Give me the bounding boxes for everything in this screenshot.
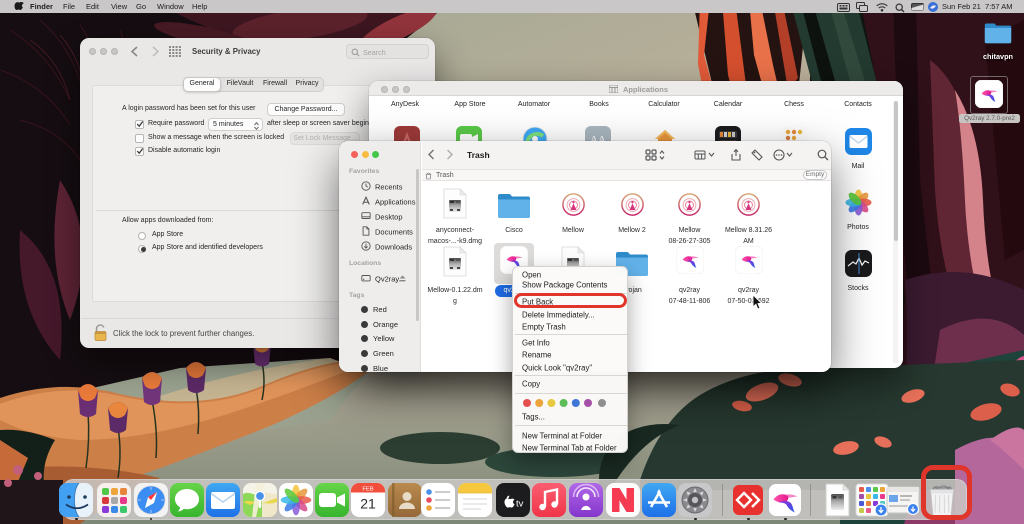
svg-text:FEB: FEB — [362, 486, 373, 492]
svg-text:21: 21 — [360, 496, 376, 512]
svg-text:tv: tv — [516, 499, 524, 510]
